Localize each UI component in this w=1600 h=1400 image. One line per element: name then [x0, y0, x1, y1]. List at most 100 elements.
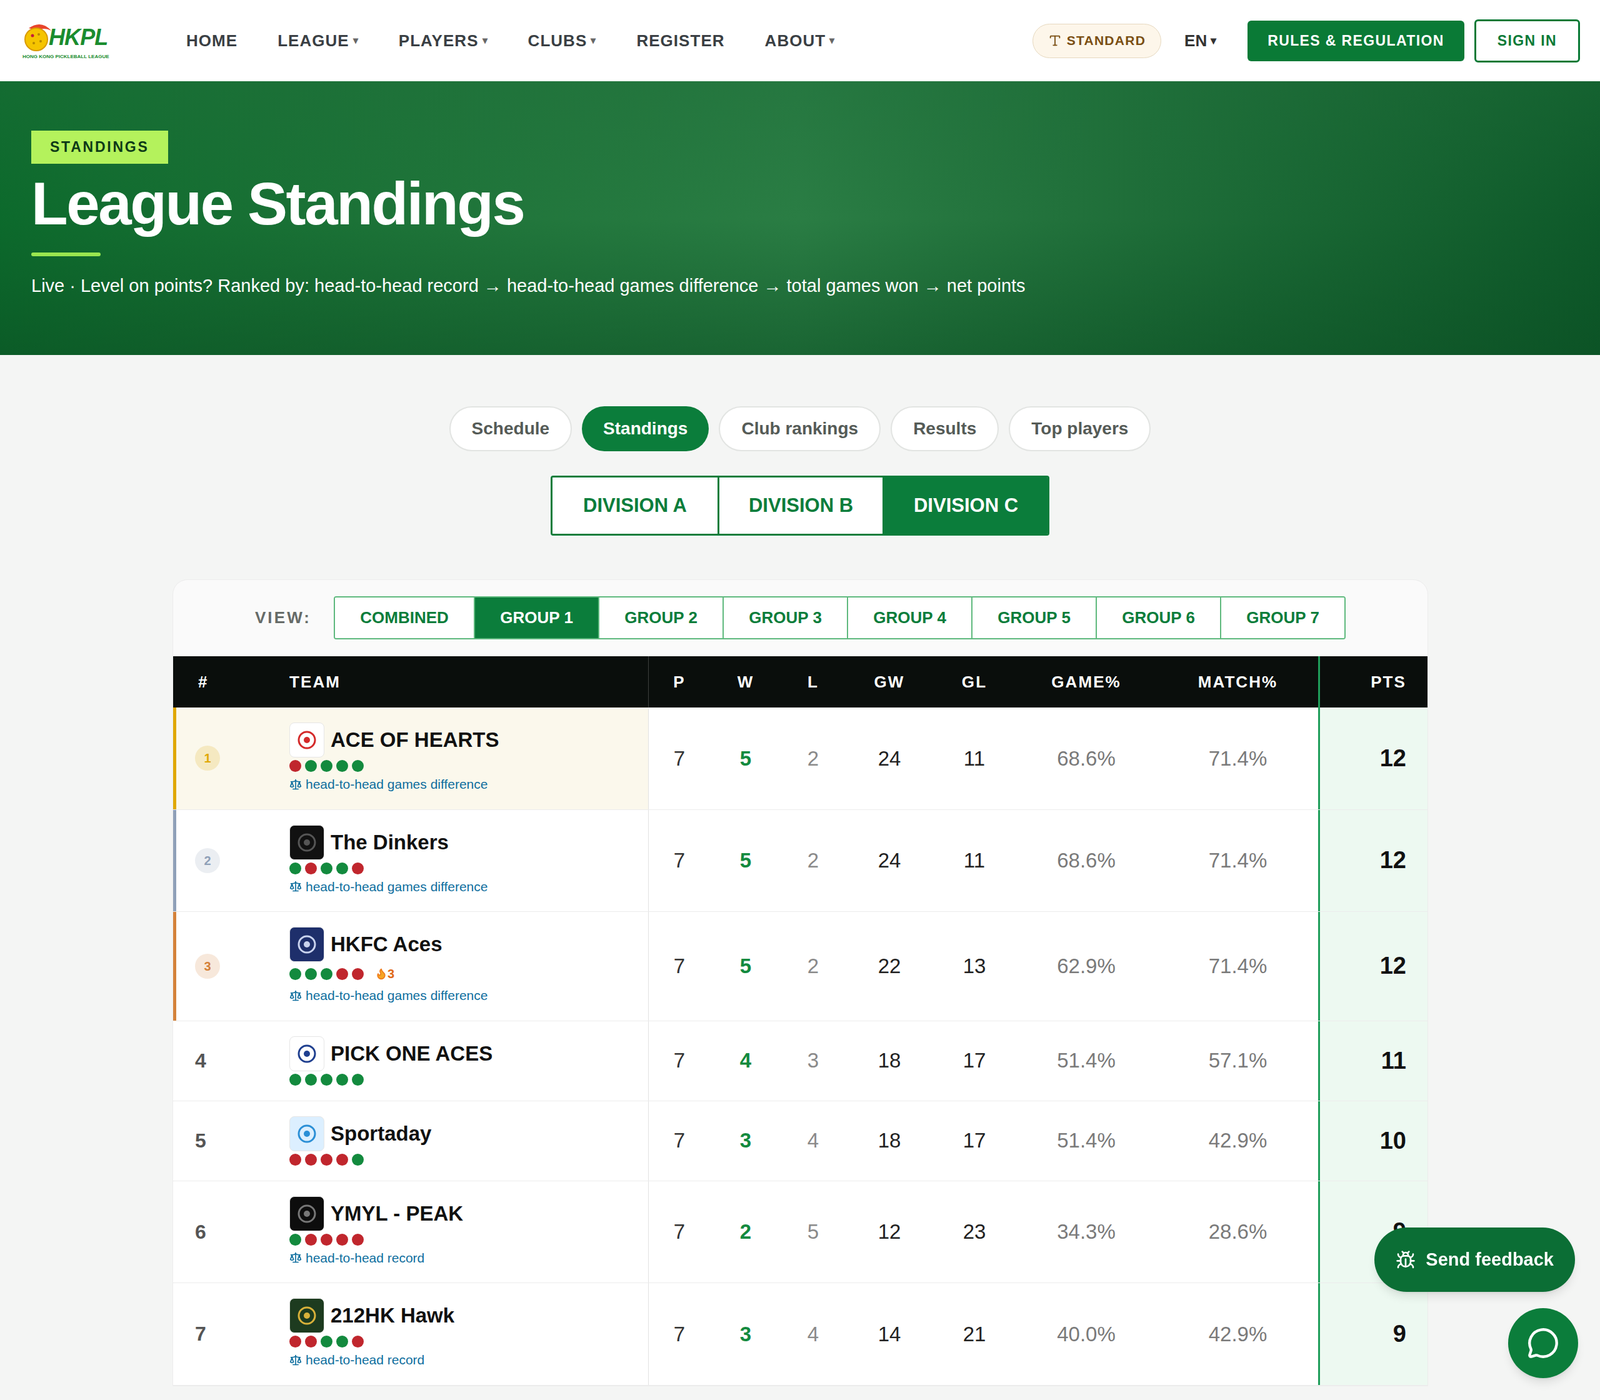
standings-row[interactable]: 3HKFC Aces3head-to-head games difference… [173, 911, 1428, 1022]
form-dot [289, 968, 302, 980]
group-option[interactable]: GROUP 3 [722, 597, 847, 639]
stat-cell: 5 [710, 707, 782, 810]
team-name[interactable]: Sportaday [330, 1118, 432, 1150]
win-streak: 3 [375, 964, 395, 984]
standings-row[interactable]: 7212HK Hawkhead-to-head record734142140.… [173, 1283, 1428, 1386]
group-option[interactable]: GROUP 2 [598, 597, 723, 639]
section-tab[interactable]: Top players [1008, 406, 1151, 452]
column-header[interactable]: P [648, 656, 710, 708]
team-crest-icon [295, 1122, 319, 1145]
send-feedback-button[interactable]: Send feedback [1374, 1227, 1575, 1292]
standings-row[interactable]: 2The Dinkershead-to-head games differenc… [173, 810, 1428, 913]
form-dot [305, 1073, 317, 1086]
section-tabs: ScheduleStandingsClub rankingsResultsTop… [0, 406, 1600, 452]
team-name[interactable]: ACE OF HEARTS [330, 724, 500, 756]
nav-item[interactable]: CLUBS▾ [528, 28, 597, 54]
form-dot [289, 862, 302, 875]
form-dot [320, 1335, 333, 1348]
language-select[interactable]: EN▾ [1184, 28, 1217, 54]
division-option[interactable]: DIVISION B [717, 477, 883, 534]
column-header[interactable]: GAME% [1015, 656, 1158, 708]
group-option[interactable]: GROUP 4 [846, 597, 972, 639]
standings-row[interactable]: 4PICK ONE ACES743181751.4%57.1%11 [173, 1021, 1428, 1102]
nav-item[interactable]: LEAGUE▾ [277, 28, 359, 54]
scale-icon [289, 880, 302, 893]
team-crest-icon [295, 1202, 319, 1225]
stat-cell: 40.0% [1015, 1283, 1158, 1385]
sign-in-button[interactable]: SIGN IN [1474, 19, 1580, 63]
group-option[interactable]: GROUP 1 [473, 597, 599, 639]
team-cell[interactable]: The Dinkershead-to-head games difference [279, 810, 649, 912]
team-name[interactable]: YMYL - PEAK [330, 1198, 464, 1230]
group-option[interactable]: COMBINED [335, 597, 474, 639]
team-name[interactable]: The Dinkers [330, 826, 449, 859]
team-name[interactable]: PICK ONE ACES [330, 1038, 493, 1070]
group-view-row: VIEW:COMBINEDGROUP 1GROUP 2GROUP 3GROUP … [173, 580, 1428, 640]
chat-button[interactable] [1508, 1308, 1579, 1379]
stat-cell: 7 [648, 1021, 710, 1101]
standings-row[interactable]: 1ACE OF HEARTShead-to-head games differe… [173, 707, 1428, 810]
team-name[interactable]: 212HK Hawk [330, 1300, 455, 1332]
group-option[interactable]: GROUP 6 [1095, 597, 1220, 639]
column-header[interactable]: TEAM [279, 656, 649, 708]
rank-number: 4 [195, 1045, 207, 1076]
hkpl-logo[interactable]: HKPLHONG KONG PICKLEBALL LEAGUE [22, 21, 129, 60]
team-crest-icon [295, 1304, 319, 1327]
font-size-toggle[interactable]: STANDARD [1032, 23, 1162, 59]
form-dot [289, 1073, 302, 1086]
form-dot [351, 1073, 364, 1086]
form-dot [289, 1153, 302, 1166]
group-option[interactable]: GROUP 5 [971, 597, 1096, 639]
nav-item[interactable]: HOME [186, 28, 238, 54]
nav-item[interactable]: PLAYERS▾ [398, 28, 489, 54]
page: HKPLHONG KONG PICKLEBALL LEAGUE HOME LEAGU… [0, 0, 1600, 1400]
team-name[interactable]: HKFC Aces [330, 928, 443, 960]
stat-cell: 7 [648, 1283, 710, 1385]
scale-icon [289, 989, 302, 1002]
standings-row[interactable]: 6YMYL - PEAKhead-to-head record725122334… [173, 1181, 1428, 1284]
stat-cell: 3 [710, 1101, 782, 1181]
column-header[interactable]: MATCH% [1157, 656, 1319, 708]
points-cell: 11 [1318, 1021, 1428, 1101]
team-cell[interactable]: HKFC Aces3head-to-head games difference [279, 911, 649, 1021]
stat-cell: 23 [933, 1181, 1015, 1284]
column-header[interactable]: W [710, 656, 782, 708]
stat-cell: 62.9% [1015, 911, 1158, 1021]
team-logo [289, 1116, 325, 1152]
team-cell[interactable]: Sportaday [279, 1101, 649, 1181]
column-header[interactable]: GL [933, 656, 1015, 708]
team-crest-icon [295, 728, 319, 752]
team-cell[interactable]: 212HK Hawkhead-to-head record [279, 1283, 649, 1385]
standings-row[interactable]: 5Sportaday734181751.4%42.9%10 [173, 1101, 1428, 1182]
form-dot [336, 1335, 349, 1348]
stat-cell: 7 [648, 1101, 710, 1181]
stat-cell: 2 [710, 1181, 782, 1284]
stat-cell: 21 [933, 1283, 1015, 1385]
stat-cell: 4 [781, 1283, 845, 1385]
points-cell: 12 [1318, 810, 1428, 912]
nav-item[interactable]: REGISTER [636, 28, 725, 54]
form-dot [289, 1233, 302, 1246]
division-option[interactable]: DIVISION C [882, 477, 1048, 534]
form-dot [351, 760, 364, 772]
bug-icon [1395, 1250, 1416, 1270]
column-header[interactable]: PTS [1318, 656, 1428, 708]
group-option[interactable]: GROUP 7 [1220, 597, 1345, 639]
standings-card: VIEW:COMBINEDGROUP 1GROUP 2GROUP 3GROUP … [172, 579, 1429, 1387]
rules-button[interactable]: RULES & REGULATION [1247, 20, 1465, 62]
team-cell[interactable]: PICK ONE ACES [279, 1021, 649, 1101]
team-logo [289, 1298, 325, 1334]
team-cell[interactable]: YMYL - PEAKhead-to-head record [279, 1181, 649, 1284]
table-header: #TEAMPWLGWGLGAME%MATCH%PTS [173, 656, 1428, 708]
column-header[interactable]: GW [845, 656, 934, 708]
team-cell[interactable]: ACE OF HEARTShead-to-head games differen… [279, 707, 649, 810]
division-option[interactable]: DIVISION A [552, 477, 718, 534]
section-tab[interactable]: Standings [581, 406, 709, 452]
column-header[interactable]: # [173, 656, 280, 708]
column-header[interactable]: L [781, 656, 845, 708]
section-tab[interactable]: Club rankings [718, 406, 881, 452]
section-tab[interactable]: Schedule [449, 406, 572, 452]
nav-item[interactable]: ABOUT▾ [765, 28, 836, 54]
form-dot [320, 968, 333, 980]
section-tab[interactable]: Results [890, 406, 999, 452]
